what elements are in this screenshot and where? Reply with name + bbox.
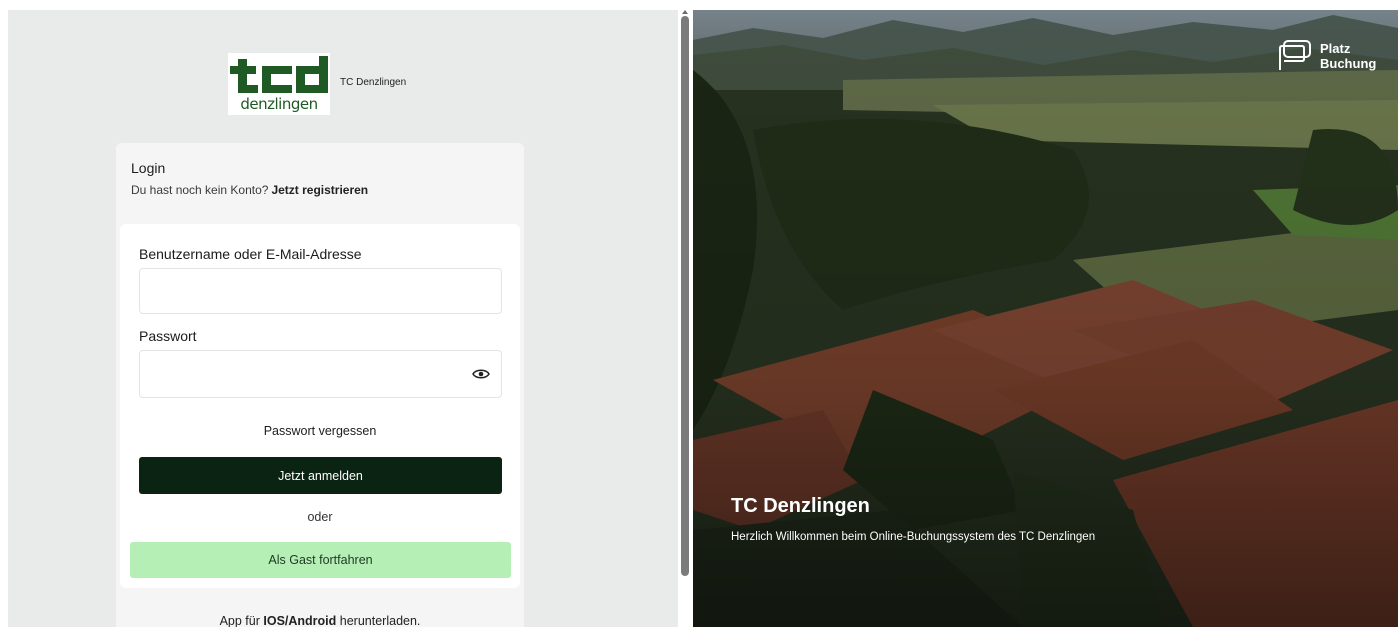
forgot-password-link[interactable]: Passwort vergessen	[120, 424, 520, 438]
app-download-line: App für IOS/Android herunterladen.	[116, 614, 524, 627]
app-download-suffix: herunterladen.	[339, 614, 421, 627]
register-prompt: Du hast noch kein Konto?	[131, 183, 269, 197]
club-logo: denzlingen	[228, 53, 330, 115]
brand-name: TC Denzlingen	[340, 76, 407, 88]
platz-word: Platz	[1320, 41, 1351, 56]
register-line: Du hast noch kein Konto? Jetzt registrier…	[131, 183, 368, 197]
login-card: Login Du hast noch kein Konto? Jetzt regi…	[116, 143, 524, 627]
left-pane: denzlingen TC Denzlingen Login Du hast n…	[8, 10, 678, 627]
username-label: Benutzername oder E-Mail-Adresse	[139, 246, 362, 262]
app-download-prefix: App für	[219, 614, 260, 627]
brand: denzlingen TC Denzlingen	[228, 53, 406, 115]
buchung-word: Buchung	[1320, 56, 1377, 71]
guest-button[interactable]: Als Gast fortfahren	[130, 542, 511, 578]
login-title: Login	[131, 160, 166, 176]
login-form: Benutzername oder E-Mail-Adresse Passwor…	[120, 224, 520, 588]
scroll-thumb[interactable]	[681, 16, 689, 576]
logo-wordmark: denzlingen	[240, 95, 317, 113]
login-button[interactable]: Jetzt anmelden	[139, 457, 502, 494]
app-download-link[interactable]: IOS/Android	[263, 614, 336, 627]
register-link[interactable]: Jetzt registrieren	[271, 183, 368, 197]
hero-subtitle: Herzlich Willkommen beim Online-Buchungs…	[731, 531, 1096, 543]
scroll-up-arrow-icon[interactable]	[682, 10, 688, 14]
username-input[interactable]	[139, 268, 502, 314]
hero-panel: Platz Buchung TC Denzlingen Herzlich Wil…	[693, 10, 1398, 627]
platz-buchung-wordmark: Platz Buchung	[1320, 41, 1376, 71]
password-label: Passwort	[139, 328, 197, 344]
platz-buchung-logo: Platz Buchung	[1278, 40, 1376, 72]
hero-title: TC Denzlingen	[731, 495, 870, 517]
eye-icon[interactable]	[470, 364, 492, 384]
password-input[interactable]	[139, 350, 502, 398]
scrollbar[interactable]	[679, 8, 691, 627]
platz-buchung-logo-icon	[1279, 40, 1311, 70]
login-page: denzlingen TC Denzlingen Login Du hast n…	[0, 0, 1398, 627]
or-divider: oder	[307, 510, 333, 524]
